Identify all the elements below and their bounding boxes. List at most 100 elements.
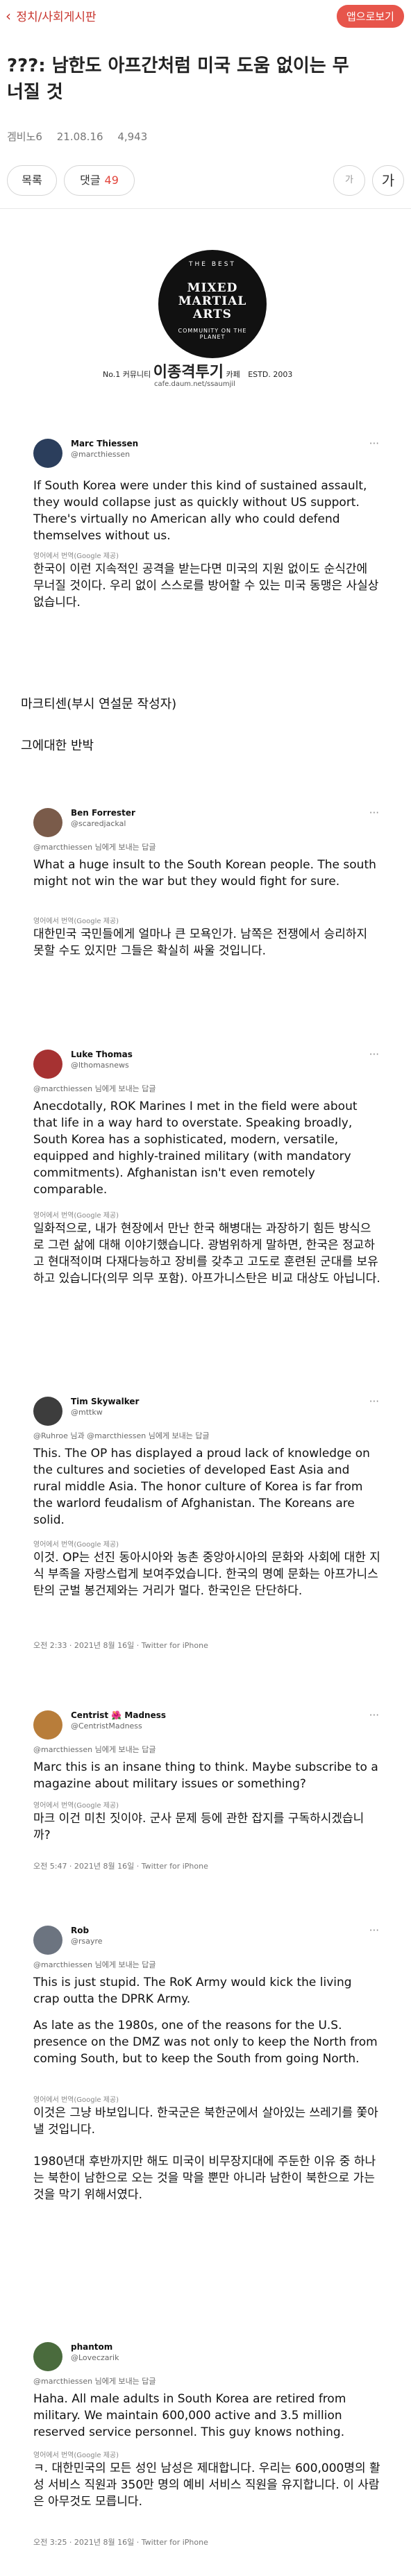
- more-options-icon[interactable]: ···: [369, 1924, 379, 1937]
- avatar: [33, 2342, 62, 2371]
- post-title-line1: ???: 남한도 아프간처럼 미국 도움 없이는 무: [7, 56, 349, 76]
- reply-to-line[interactable]: @marcthiessen 님에게 보내는 답글: [33, 2375, 156, 2386]
- post-author[interactable]: 겜비노6: [7, 131, 42, 143]
- reply-to-line[interactable]: @marcthiessen 님에게 보내는 답글: [33, 1959, 156, 1970]
- tweet-author-handle[interactable]: @CentristMadness: [71, 1721, 142, 1731]
- cafe-logo: THE BEST MIXED MARTIAL ARTS COMMUNITY ON…: [103, 250, 311, 396]
- post-title: ???: 남한도 아프간처럼 미국 도움 없이는 무 너질 것: [7, 53, 410, 106]
- tweet-timestamp[interactable]: 오전 3:25 · 2021년 8월 16일 · Twitter for iPh…: [33, 2536, 208, 2548]
- post-caption-2: 그에대한 반박: [21, 739, 94, 753]
- tweet-timestamp[interactable]: 오전 2:33 · 2021년 8월 16일 · Twitter for iPh…: [33, 1640, 208, 1651]
- translation-note[interactable]: 영어에서 번역(Google 제공): [33, 1538, 119, 1549]
- logo-main-text: MIXED MARTIAL ARTS: [158, 282, 267, 321]
- font-size-large-button[interactable]: 가: [372, 165, 404, 196]
- tweet-card: Ben Forrester @scaredjackal ··· @marcthi…: [21, 798, 389, 1007]
- cafe-rank: No.1 커뮤니티: [103, 370, 151, 379]
- tweet-text-en: Marc this is an insane thing to think. M…: [33, 1760, 378, 1791]
- more-options-icon[interactable]: ···: [369, 1709, 379, 1721]
- tweet-text-en: This. The OP has displayed a proud lack …: [33, 1447, 370, 1527]
- tweet-author-handle[interactable]: @scaredjackal: [71, 819, 126, 828]
- font-size-small-button[interactable]: 가: [333, 165, 365, 196]
- reply-to-line[interactable]: @marcthiessen 님에게 보내는 답글: [33, 841, 156, 852]
- translation-note[interactable]: 영어에서 번역(Google 제공): [33, 550, 119, 560]
- tweet-author-name[interactable]: Ben Forrester: [71, 808, 135, 818]
- tweet-text-en: What a huge insult to the South Korean p…: [33, 858, 376, 889]
- tweet-author-name[interactable]: Rob: [71, 1926, 89, 1935]
- open-app-button[interactable]: 앱으로보기: [336, 5, 404, 28]
- tweet-author-name[interactable]: Centrist 🌺 Madness: [71, 1710, 166, 1720]
- translation-note[interactable]: 영어에서 번역(Google 제공): [33, 2094, 119, 2104]
- tweet-text-ko-2: 1980년대 후반까지만 해도 미국이 비무장지대에 주둔한 이유 중 하나는 …: [33, 2155, 376, 2202]
- logo-line2: MARTIAL: [178, 294, 247, 308]
- avatar: [33, 1710, 62, 1740]
- post-views: 4,943: [117, 131, 148, 143]
- tweet-card: Marc Thiessen @marcthiessen ··· If South…: [21, 429, 389, 665]
- chevron-left-icon: ‹: [6, 8, 11, 24]
- reply-to-line[interactable]: @marcthiessen 님에게 보내는 답글: [33, 1744, 156, 1755]
- reply-to-line[interactable]: @Ruhroe 님과 @marcthiessen 님에게 보내는 답글: [33, 1430, 210, 1441]
- cafe-name: 이종격투기: [153, 363, 224, 381]
- tweet-author-name[interactable]: phantom: [71, 2342, 112, 2352]
- more-options-icon[interactable]: ···: [369, 1395, 379, 1408]
- tweet-text-en: Anecdotally, ROK Marines I met in the fi…: [33, 1100, 358, 1197]
- translation-note[interactable]: 영어에서 번역(Google 제공): [33, 915, 119, 925]
- logo-line1: MIXED: [187, 281, 238, 295]
- tweet-text-ko: 일화적으로, 내가 현장에서 만난 한국 해병대는 과장하기 힘든 방식으로 그…: [33, 1222, 380, 1286]
- logo-bottom-text: COMMUNITY ON THE PLANET: [178, 328, 247, 340]
- cafe-est: ESTD. 2003: [248, 370, 293, 379]
- more-options-icon[interactable]: ···: [369, 437, 379, 450]
- tweet-author-name[interactable]: Luke Thomas: [71, 1050, 133, 1059]
- post-title-line2: 너질 것: [7, 82, 63, 103]
- logo-line3: ARTS: [193, 308, 232, 321]
- tweet-card: Rob @rsayre ··· @marcthiessen 님에게 보내는 답글…: [21, 1916, 389, 2270]
- translation-note[interactable]: 영어에서 번역(Google 제공): [33, 1209, 119, 1220]
- tweet-card: Tim Skywalker @mttkw ··· @Ruhroe 님과 @mar…: [21, 1387, 389, 1665]
- cafe-name-row: No.1 커뮤니티 이종격투기 카페 ESTD. 2003 cafe.daum.…: [103, 360, 311, 388]
- comments-label: 댓글: [80, 174, 101, 187]
- tweet-author-name[interactable]: Marc Thiessen: [71, 439, 138, 448]
- list-button[interactable]: 목록: [7, 165, 57, 196]
- tweet-text-ko: 이것은 그냥 바보입니다. 한국군은 북한군에서 살아있는 쓰레기를 쫓아낼 것…: [33, 2106, 378, 2137]
- tweet-author-handle[interactable]: @lthomasnews: [71, 1061, 129, 1070]
- avatar: [33, 808, 62, 837]
- tweet-text-en: Haha. All male adults in South Korea are…: [33, 2392, 346, 2439]
- tweet-text-en: If South Korea were under this kind of s…: [33, 479, 367, 543]
- tweet-text-en-2: As late as the 1980s, one of the reasons…: [33, 2019, 378, 2066]
- tweet-card: Luke Thomas @lthomasnews ··· @marcthiess…: [21, 1040, 389, 1345]
- post-meta: 겜비노6 21.08.16 4,943: [7, 129, 158, 144]
- tweet-author-name[interactable]: Tim Skywalker: [71, 1397, 139, 1406]
- tweet-card: Centrist 🌺 Madness @CentristMadness ··· …: [21, 1701, 389, 1881]
- reply-to-line[interactable]: @marcthiessen 님에게 보내는 답글: [33, 1083, 156, 1094]
- tweet-author-handle[interactable]: @mttkw: [71, 1408, 103, 1417]
- post-date: 21.08.16: [56, 131, 103, 143]
- post-action-row: 목록 댓글 49 가 가: [7, 165, 404, 197]
- avatar: [33, 1926, 62, 1955]
- tweet-text-ko: ㅋ. 대한민국의 모든 성인 남성은 제대합니다. 우리는 600,000명의 …: [33, 2461, 380, 2509]
- tweet-text-ko: 마크 이건 미친 짓이야. 군사 문제 등에 관한 잡지를 구독하시겠습니까?: [33, 1812, 364, 1842]
- tweet-text-en: This is just stupid. The RoK Army would …: [33, 1976, 352, 2006]
- tweet-author-handle[interactable]: @rsayre: [71, 1937, 103, 1946]
- cafe-url: cafe.daum.net/ssaumjil: [154, 380, 235, 388]
- post-caption-1: 마크티센(부시 연설문 작성자): [21, 697, 177, 712]
- mma-community-logo: THE BEST MIXED MARTIAL ARTS COMMUNITY ON…: [158, 250, 267, 358]
- tweet-timestamp[interactable]: 오전 5:47 · 2021년 8월 16일 · Twitter for iPh…: [33, 1860, 208, 1871]
- logo-top-text: THE BEST: [189, 261, 236, 268]
- board-name: 정치/사회게시판: [16, 10, 97, 24]
- cafe-suffix: 카페: [226, 370, 240, 379]
- tweet-card: phantom @Loveczarik @marcthiessen 님에게 보내…: [21, 2332, 389, 2568]
- translation-note[interactable]: 영어에서 번역(Google 제공): [33, 2449, 119, 2459]
- avatar: [33, 1050, 62, 1079]
- top-bar: ‹ 정치/사회게시판 앱으로보기: [0, 0, 411, 28]
- comments-button[interactable]: 댓글 49: [64, 165, 135, 196]
- comments-count: 49: [104, 174, 119, 187]
- header-divider: [0, 208, 411, 209]
- tweet-text-ko: 한국이 이런 지속적인 공격을 받는다면 미국의 지원 없이도 순식간에 무너질…: [33, 562, 379, 609]
- tweet-author-handle[interactable]: @marcthiessen: [71, 450, 130, 459]
- more-options-icon[interactable]: ···: [369, 807, 379, 819]
- tweet-text-ko: 대한민국 국민들에게 얼마나 큰 모욕인가. 남쪽은 전쟁에서 승리하지 못할 …: [33, 927, 368, 958]
- translation-note[interactable]: 영어에서 번역(Google 제공): [33, 1799, 119, 1810]
- avatar: [33, 1397, 62, 1426]
- more-options-icon[interactable]: ···: [369, 1048, 379, 1061]
- back-to-board-link[interactable]: ‹ 정치/사회게시판: [6, 7, 97, 24]
- tweet-author-handle[interactable]: @Loveczarik: [71, 2353, 119, 2362]
